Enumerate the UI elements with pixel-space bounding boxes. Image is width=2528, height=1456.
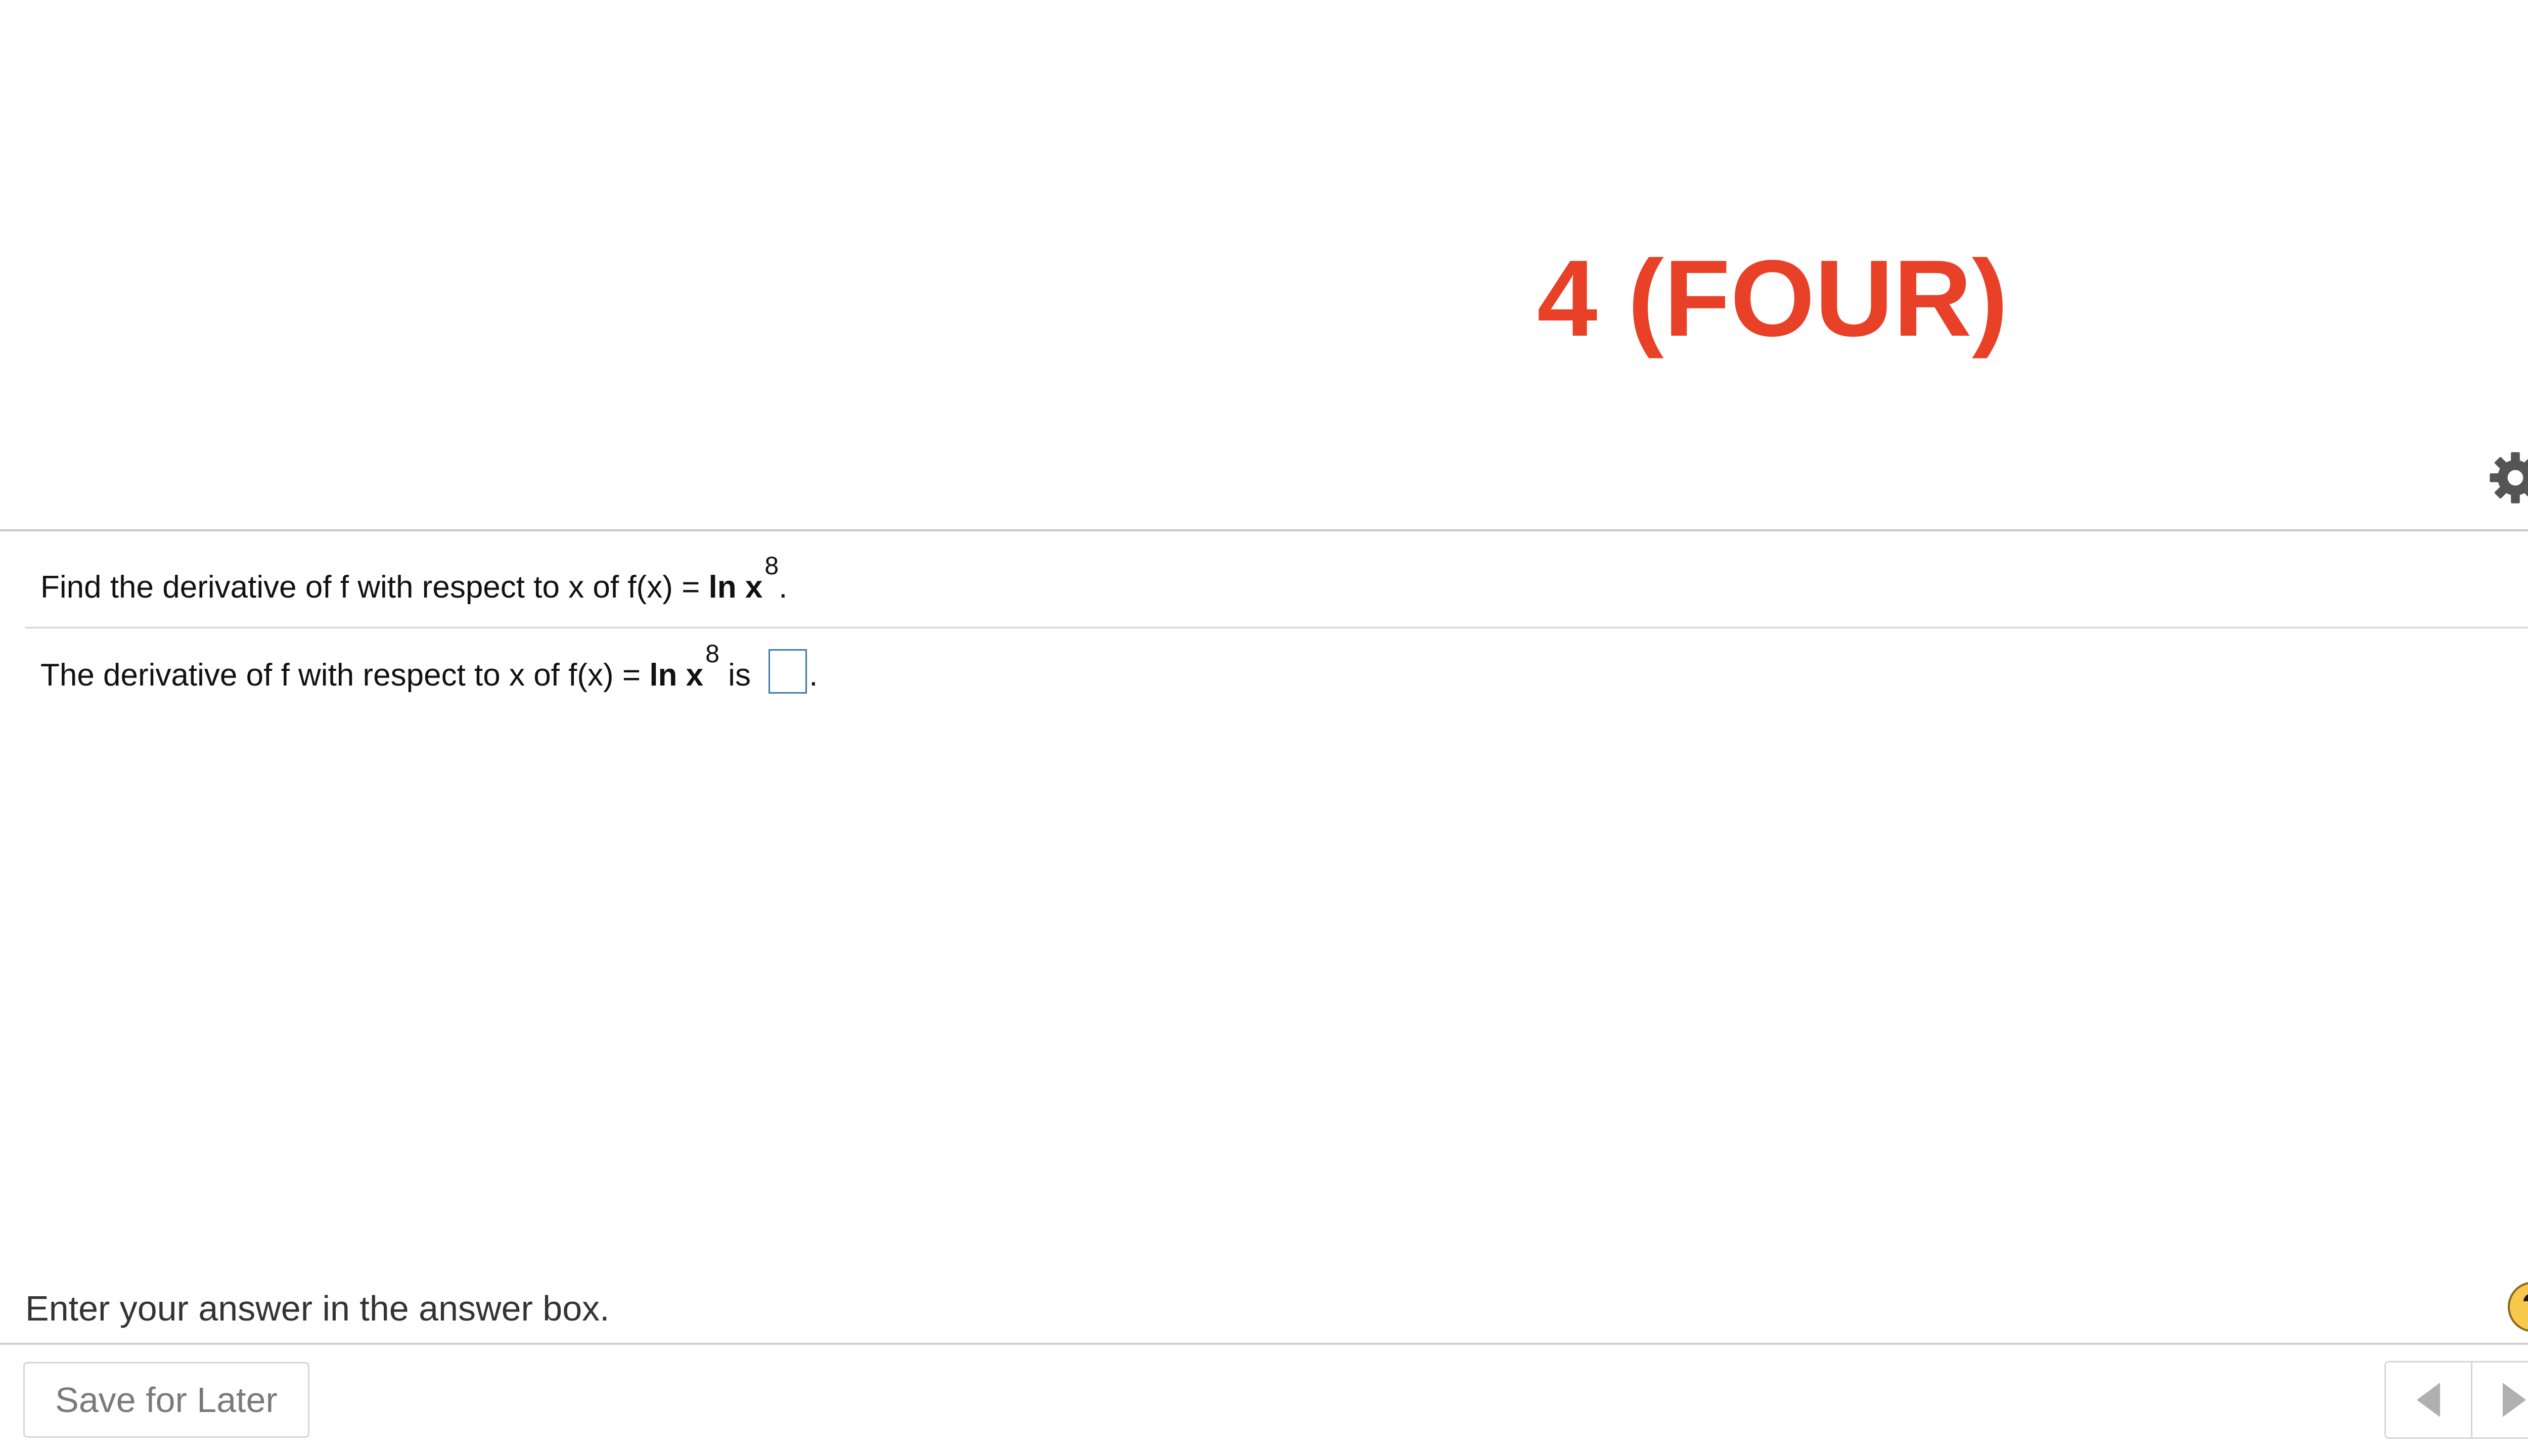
arrow-right-icon (2503, 1383, 2526, 1417)
help-icon[interactable]: ? (2508, 1282, 2528, 1332)
page-heading: 4 (FOUR) (1537, 237, 2008, 359)
answer-suffix: . (809, 658, 818, 693)
answer-statement: The derivative of f with respect to x of… (40, 640, 818, 707)
footer-divider (0, 1343, 2528, 1345)
answer-connector: is (719, 658, 760, 693)
answer-input[interactable] (769, 649, 807, 694)
answer-exponent: 8 (705, 640, 719, 668)
answer-prefix: The derivative of f with respect to x of… (40, 658, 614, 693)
previous-button[interactable] (2386, 1362, 2472, 1437)
question-equals: = (672, 570, 709, 605)
question-function: ln x (708, 570, 763, 605)
question-suffix: . (779, 570, 788, 605)
header-divider (0, 529, 2528, 531)
answer-equals: = (613, 658, 650, 693)
question-text: Find the derivative of f with respect to… (40, 552, 788, 619)
answer-function: ln x (649, 658, 704, 693)
instruction-text: Enter your answer in the answer box. (25, 1289, 610, 1328)
question-divider (25, 627, 2528, 628)
question-prefix: Find the derivative of f with respect to… (40, 570, 673, 605)
question-exponent: 8 (764, 552, 779, 580)
question-navigation (2384, 1361, 2528, 1439)
next-button[interactable] (2472, 1362, 2528, 1437)
arrow-left-icon (2416, 1383, 2440, 1417)
gear-icon[interactable] (2488, 450, 2528, 506)
save-for-later-button[interactable]: Save for Later (23, 1362, 309, 1438)
page: 4 (FOUR) Find the derivative of f with r… (0, 0, 2528, 1456)
